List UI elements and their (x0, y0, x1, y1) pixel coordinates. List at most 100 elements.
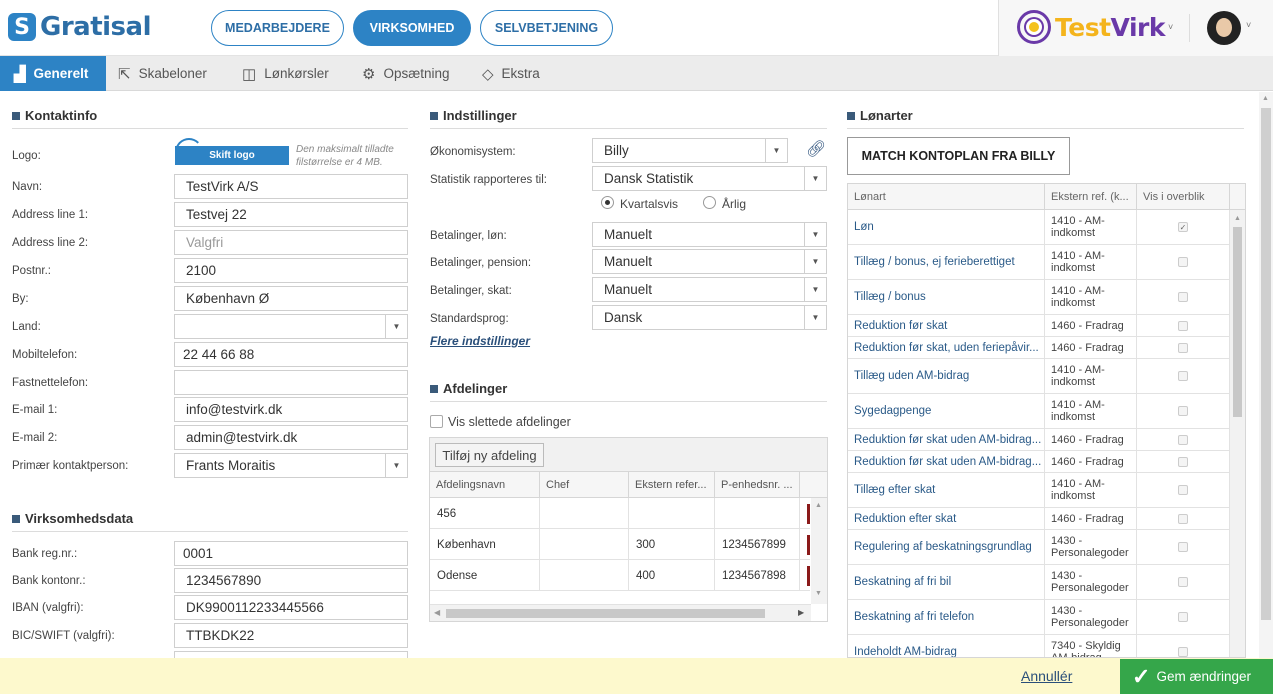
page-scrollbar[interactable]: ▲ (1259, 92, 1273, 658)
company-logo[interactable]: TestVirk ˅ (1017, 10, 1173, 44)
chevron-down-icon[interactable]: ▼ (765, 139, 787, 162)
bet-lon-select[interactable]: Manuelt ▼ (592, 222, 827, 247)
scrollbar-thumb[interactable] (1233, 227, 1242, 417)
delete-marker[interactable] (807, 504, 810, 524)
chevron-down-icon[interactable]: ▼ (385, 315, 407, 338)
vis-i-overblik-checkbox[interactable] (1178, 406, 1188, 416)
tab-lonkorsler[interactable]: ◫ Lønkørsler (242, 56, 352, 91)
vis-i-overblik-checkbox[interactable] (1178, 320, 1188, 331)
land-select[interactable]: ▼ (174, 314, 408, 339)
bet-pension-select[interactable]: Manuelt ▼ (592, 249, 827, 274)
kontonr-field[interactable]: 1234567890 (174, 568, 408, 593)
address2-field[interactable]: Valgfri (174, 230, 408, 255)
scroll-down-icon[interactable]: ▼ (815, 590, 822, 597)
vis-i-overblik-checkbox[interactable] (1178, 257, 1188, 267)
column-header[interactable]: Lønart (848, 184, 1045, 210)
vis-i-overblik-checkbox[interactable] (1178, 371, 1188, 381)
vis-slettede-checkbox[interactable] (430, 415, 443, 428)
column-header[interactable]: Afdelingsnavn (430, 472, 540, 498)
scroll-up-icon[interactable]: ▲ (815, 502, 822, 509)
delete-marker[interactable] (807, 535, 810, 555)
table-row[interactable]: Tillæg uden AM-bidrag 1410 - AM-indkomst (848, 359, 1230, 394)
table-row[interactable]: Beskatning af fri bil 1430 - Personalegod… (848, 565, 1230, 600)
chevron-down-icon[interactable]: ˅ (1246, 20, 1251, 30)
scroll-up-icon[interactable]: ▲ (1262, 95, 1269, 102)
vis-i-overblik-checkbox[interactable] (1178, 456, 1188, 467)
iban-field[interactable]: DK9900112233445566 (174, 595, 408, 620)
table-row[interactable]: Reduktion før skat, uden feriepåvir... 14… (848, 337, 1230, 359)
vis-i-overblik-checkbox[interactable] (1178, 612, 1188, 622)
save-button[interactable]: ✓ Gem ændringer (1120, 659, 1273, 694)
table-row[interactable]: Tillæg efter skat 1410 - AM-indkomst (848, 473, 1230, 508)
delete-marker[interactable] (807, 566, 810, 586)
table-row[interactable]: Sygedagpenge 1410 - AM-indkomst (848, 394, 1230, 429)
radio-kvartalsvis[interactable] (601, 196, 614, 209)
nav-medarbejdere-button[interactable]: MEDARBEJDERE (211, 10, 344, 46)
table-row[interactable]: Indeholdt AM-bidrag 7340 - Skyldig AM-bid… (848, 635, 1230, 657)
gratisal-logo[interactable]: S Gratisal (8, 10, 151, 44)
table-row[interactable]: Beskatning af fri telefon 1430 - Personal… (848, 600, 1230, 635)
chevron-down-icon[interactable]: ▼ (804, 167, 826, 190)
scroll-left-icon[interactable]: ◀ (434, 608, 440, 617)
regnr-field[interactable]: 0001 (174, 541, 408, 566)
add-department-button[interactable]: Tilføj ny afdeling (435, 443, 544, 467)
email2-field[interactable]: admin@testvirk.dk (174, 425, 408, 450)
vertical-scrollbar[interactable]: ▲ ▼ (811, 498, 827, 604)
table-row[interactable]: Reduktion før skat 1460 - Fradrag (848, 315, 1230, 337)
vis-i-overblik-checkbox[interactable]: ✓ (1178, 222, 1188, 232)
scroll-right-icon[interactable]: ▶ (798, 608, 804, 617)
horizontal-scrollbar[interactable]: ◀ ▶ (430, 604, 811, 621)
chevron-down-icon[interactable]: ▼ (804, 250, 826, 273)
kontaktperson-select[interactable]: Frants Moraitis ▼ (174, 453, 408, 478)
tab-generelt[interactable]: ▟ Generelt (0, 56, 106, 91)
table-row[interactable]: Tillæg / bonus 1410 - AM-indkomst (848, 280, 1230, 315)
vis-i-overblik-checkbox[interactable] (1178, 485, 1188, 495)
column-header[interactable]: P-enhedsnr. ... (715, 472, 800, 498)
chevron-down-icon[interactable]: ▼ (804, 223, 826, 246)
scroll-up-icon[interactable]: ▲ (1234, 215, 1241, 222)
table-row[interactable]: Regulering af beskatningsgrundlag 1430 - … (848, 530, 1230, 565)
fastnet-field[interactable] (174, 370, 408, 395)
chevron-down-icon[interactable]: ▼ (804, 278, 826, 301)
change-logo-button[interactable]: Skift logo (175, 146, 289, 165)
radio-aarlig[interactable] (703, 196, 716, 209)
table-row[interactable]: København 300 1234567899 (430, 529, 810, 560)
bic-field[interactable]: TTBKDK22 (174, 623, 408, 648)
nav-selvbetjening-button[interactable]: SELVBETJENING (480, 10, 613, 46)
vis-i-overblik-checkbox[interactable] (1178, 577, 1188, 587)
email1-field[interactable]: info@testvirk.dk (174, 397, 408, 422)
statistik-select[interactable]: Dansk Statistik ▼ (592, 166, 827, 191)
nav-virksomhed-button[interactable]: VIRKSOMHED (353, 10, 471, 46)
vis-i-overblik-checkbox[interactable] (1178, 542, 1188, 552)
tab-skabeloner[interactable]: ⇱ Skabeloner (118, 56, 228, 91)
tab-ekstra[interactable]: ◇ Ekstra (482, 56, 572, 91)
column-header[interactable]: Chef (540, 472, 629, 498)
table-row[interactable]: Reduktion før skat uden AM-bidrag... 1460… (848, 429, 1230, 451)
table-row[interactable]: 456 (430, 498, 810, 529)
table-row[interactable]: Tillæg / bonus, ej ferieberettiget 1410 -… (848, 245, 1230, 280)
match-kontoplan-button[interactable]: MATCH KONTOPLAN FRA BILLY (847, 137, 1070, 175)
company-switcher[interactable]: TestVirk ˅ ˅ (998, 0, 1273, 56)
by-field[interactable]: København Ø (174, 286, 408, 311)
vis-i-overblik-checkbox[interactable] (1178, 513, 1188, 524)
scrollbar-thumb[interactable] (446, 609, 765, 618)
chevron-down-icon[interactable]: ▼ (385, 454, 407, 477)
link-icon[interactable]: 🔗︎ (806, 139, 826, 159)
table-row[interactable]: Løn 1410 - AM-indkomst ✓ (848, 210, 1230, 245)
vertical-scrollbar[interactable]: ▲ (1230, 210, 1245, 657)
cancel-link[interactable]: Annullér (1021, 668, 1072, 684)
sprog-select[interactable]: Dansk ▼ (592, 305, 827, 330)
tab-opsaetning[interactable]: ⚙ Opsætning (362, 56, 472, 91)
flere-indstillinger-link[interactable]: Flere indstillinger (430, 334, 530, 348)
column-header[interactable]: Vis i overblik (1137, 184, 1230, 210)
bet-skat-select[interactable]: Manuelt ▼ (592, 277, 827, 302)
table-row[interactable]: Odense 400 1234567898 (430, 560, 810, 591)
postnr-field[interactable]: 2100 (174, 258, 408, 283)
column-header[interactable]: Ekstern refer... (629, 472, 715, 498)
table-row[interactable]: Reduktion efter skat 1460 - Fradrag (848, 508, 1230, 530)
scrollbar-thumb[interactable] (1261, 108, 1271, 620)
table-row[interactable]: Reduktion før skat uden AM-bidrag... 1460… (848, 451, 1230, 473)
vis-i-overblik-checkbox[interactable] (1178, 342, 1188, 353)
address1-field[interactable]: Testvej 22 (174, 202, 408, 227)
column-header[interactable]: Ekstern ref. (k... (1045, 184, 1137, 210)
